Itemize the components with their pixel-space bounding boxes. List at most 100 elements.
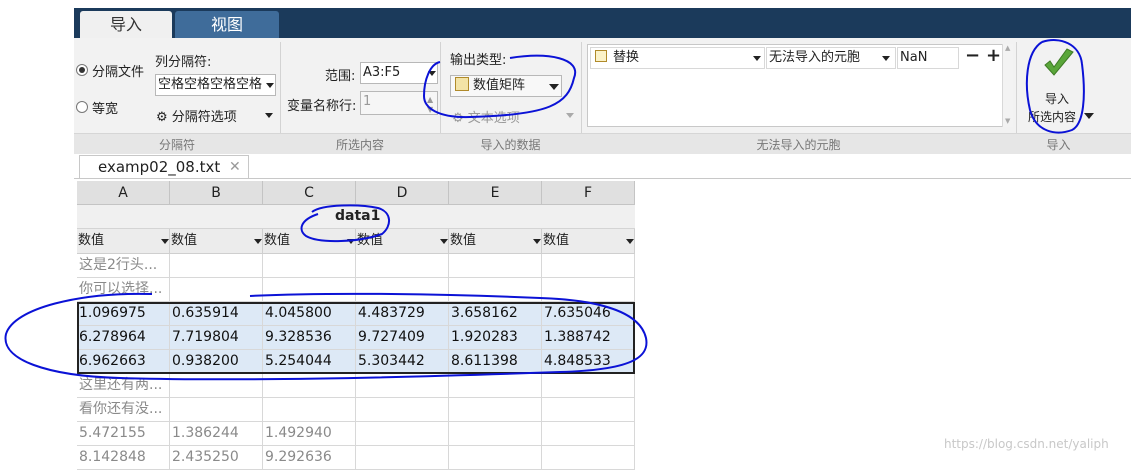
output-type-dropdown[interactable]: 数值矩阵 bbox=[450, 75, 562, 97]
column-type-dropdown[interactable]: 数值 bbox=[542, 229, 635, 254]
grid-cell[interactable] bbox=[356, 254, 449, 278]
import-selection-button[interactable]: 导入 所选内容 bbox=[1021, 44, 1101, 130]
grid-cell[interactable]: 5.472155 bbox=[77, 422, 170, 446]
grid-cell[interactable]: 1.096975 bbox=[77, 302, 170, 326]
file-tab[interactable]: examp02_08.txt ✕ bbox=[79, 155, 249, 179]
add-rule-icon[interactable]: + bbox=[986, 45, 1001, 66]
grid-cell[interactable]: 0.635914 bbox=[170, 302, 263, 326]
grid-cell[interactable] bbox=[449, 398, 542, 422]
radio-fixed-width-label[interactable]: 等宽 bbox=[92, 98, 118, 117]
grid-cell[interactable] bbox=[170, 254, 263, 278]
column-type-dropdown[interactable]: 数值 bbox=[77, 229, 170, 254]
grid-cell[interactable]: 4.483729 bbox=[356, 302, 449, 326]
grid-cell[interactable]: 6.962663 bbox=[77, 350, 170, 374]
grid-cell[interactable]: 8.611398 bbox=[449, 350, 542, 374]
grid-cell[interactable] bbox=[449, 446, 542, 470]
grid-cell[interactable] bbox=[449, 422, 542, 446]
matrix-icon bbox=[455, 77, 469, 91]
column-delimiter-label: 列分隔符: bbox=[155, 55, 212, 70]
grid-cell[interactable]: 7.719804 bbox=[170, 326, 263, 350]
grid-cell[interactable]: 5.303442 bbox=[356, 350, 449, 374]
grid-cell[interactable] bbox=[356, 374, 449, 398]
gear-icon: ⚙ bbox=[156, 110, 168, 125]
grid-cell[interactable] bbox=[449, 254, 542, 278]
grid-cell[interactable]: 看你还有没... bbox=[77, 398, 170, 422]
grid-cell[interactable] bbox=[449, 374, 542, 398]
grid-cell[interactable] bbox=[356, 398, 449, 422]
radio-delimited[interactable] bbox=[76, 64, 88, 76]
grid-cell[interactable]: 6.278964 bbox=[77, 326, 170, 350]
column-delimiter-dropdown[interactable]: 空格空格空格空格 bbox=[155, 74, 276, 96]
grid-cell[interactable] bbox=[542, 278, 635, 302]
text-options-button[interactable]: ⚙ 文本选项 bbox=[452, 107, 520, 126]
grid-cell[interactable]: 你可以选择... bbox=[77, 278, 170, 302]
column-header-c[interactable]: C bbox=[263, 181, 356, 205]
grid-cell[interactable] bbox=[356, 278, 449, 302]
grid-cell[interactable]: 8.142848 bbox=[77, 446, 170, 470]
grid-cell[interactable] bbox=[542, 398, 635, 422]
grid-cell[interactable] bbox=[263, 278, 356, 302]
tab-import[interactable]: 导入 bbox=[80, 11, 172, 38]
grid-cell[interactable]: 0.938200 bbox=[170, 350, 263, 374]
range-label: 范围: bbox=[325, 69, 356, 84]
grid-cell[interactable] bbox=[449, 278, 542, 302]
remove-rule-icon[interactable]: − bbox=[965, 45, 980, 66]
grid-cell[interactable] bbox=[542, 446, 635, 470]
grid-cell[interactable]: 9.292636 bbox=[263, 446, 356, 470]
grid-cell[interactable] bbox=[263, 374, 356, 398]
column-header-e[interactable]: E bbox=[449, 181, 542, 205]
grid-cell[interactable] bbox=[542, 374, 635, 398]
grid-cell[interactable]: 1.492940 bbox=[263, 422, 356, 446]
column-type-dropdown[interactable]: 数值 bbox=[356, 229, 449, 254]
grid-cell[interactable] bbox=[263, 398, 356, 422]
radio-delimited-label[interactable]: 分隔文件 bbox=[92, 61, 144, 80]
grid-cell[interactable]: 5.254044 bbox=[263, 350, 356, 374]
grid-cell[interactable] bbox=[356, 446, 449, 470]
rule-target-dropdown[interactable]: 无法导入的元胞 bbox=[766, 47, 896, 69]
column-header-f[interactable]: F bbox=[542, 181, 635, 205]
grid-cell[interactable] bbox=[170, 278, 263, 302]
varname-row-field[interactable]: 1 ▲ ▼ bbox=[360, 91, 438, 115]
grid-cell[interactable]: 4.848533 bbox=[542, 350, 635, 374]
column-header-a[interactable]: A bbox=[77, 181, 170, 205]
chevron-down-icon bbox=[1084, 113, 1094, 119]
rule-value-field[interactable]: NaN bbox=[897, 47, 959, 69]
delimiter-options-button[interactable]: ⚙ 分隔符选项 bbox=[156, 106, 237, 125]
column-type-dropdown[interactable]: 数值 bbox=[263, 229, 356, 254]
column-type-label: 数值 bbox=[264, 233, 291, 248]
grid-cell[interactable] bbox=[542, 422, 635, 446]
variable-name[interactable]: data1 bbox=[335, 208, 380, 224]
column-header-b[interactable]: B bbox=[170, 181, 263, 205]
grid-cell[interactable] bbox=[263, 254, 356, 278]
grid-cell[interactable]: 4.045800 bbox=[263, 302, 356, 326]
grid-cell[interactable] bbox=[542, 254, 635, 278]
checkmark-icon bbox=[1044, 48, 1074, 76]
column-type-dropdown[interactable]: 数值 bbox=[170, 229, 263, 254]
column-type-label: 数值 bbox=[543, 233, 570, 248]
grid-cell[interactable] bbox=[356, 422, 449, 446]
tab-view[interactable]: 视图 bbox=[175, 11, 279, 38]
grid-cell[interactable]: 这里还有两... bbox=[77, 374, 170, 398]
grid-cell[interactable]: 9.727409 bbox=[356, 326, 449, 350]
grid-cell[interactable]: 2.435250 bbox=[170, 446, 263, 470]
grid-cell[interactable]: 1.920283 bbox=[449, 326, 542, 350]
radio-fixed-width[interactable] bbox=[76, 101, 88, 113]
range-field[interactable]: A3:F5 bbox=[360, 62, 438, 84]
grid-cell[interactable]: 这是2行头... bbox=[77, 254, 170, 278]
grid-cell[interactable] bbox=[170, 374, 263, 398]
scroll-down-icon[interactable]: ▼ bbox=[1005, 117, 1010, 125]
grid-cell[interactable]: 7.635046 bbox=[542, 302, 635, 326]
scroll-up-icon[interactable]: ▲ bbox=[1005, 44, 1010, 52]
grid-cell[interactable]: 1.386244 bbox=[170, 422, 263, 446]
chevron-down-icon[interactable] bbox=[265, 113, 273, 118]
grid-cell[interactable]: 3.658162 bbox=[449, 302, 542, 326]
grid-cell[interactable]: 1.388742 bbox=[542, 326, 635, 350]
close-icon[interactable]: ✕ bbox=[229, 159, 241, 175]
rule-action-dropdown[interactable]: 替换 bbox=[590, 47, 765, 69]
grid-cell[interactable] bbox=[170, 398, 263, 422]
spinner-down-icon[interactable]: ▼ bbox=[427, 100, 433, 114]
grid-cell[interactable]: 9.328536 bbox=[263, 326, 356, 350]
column-type-dropdown[interactable]: 数值 bbox=[449, 229, 542, 254]
rules-scrollbar[interactable]: ▲ ▼ bbox=[1002, 44, 1013, 127]
column-header-d[interactable]: D bbox=[356, 181, 449, 205]
